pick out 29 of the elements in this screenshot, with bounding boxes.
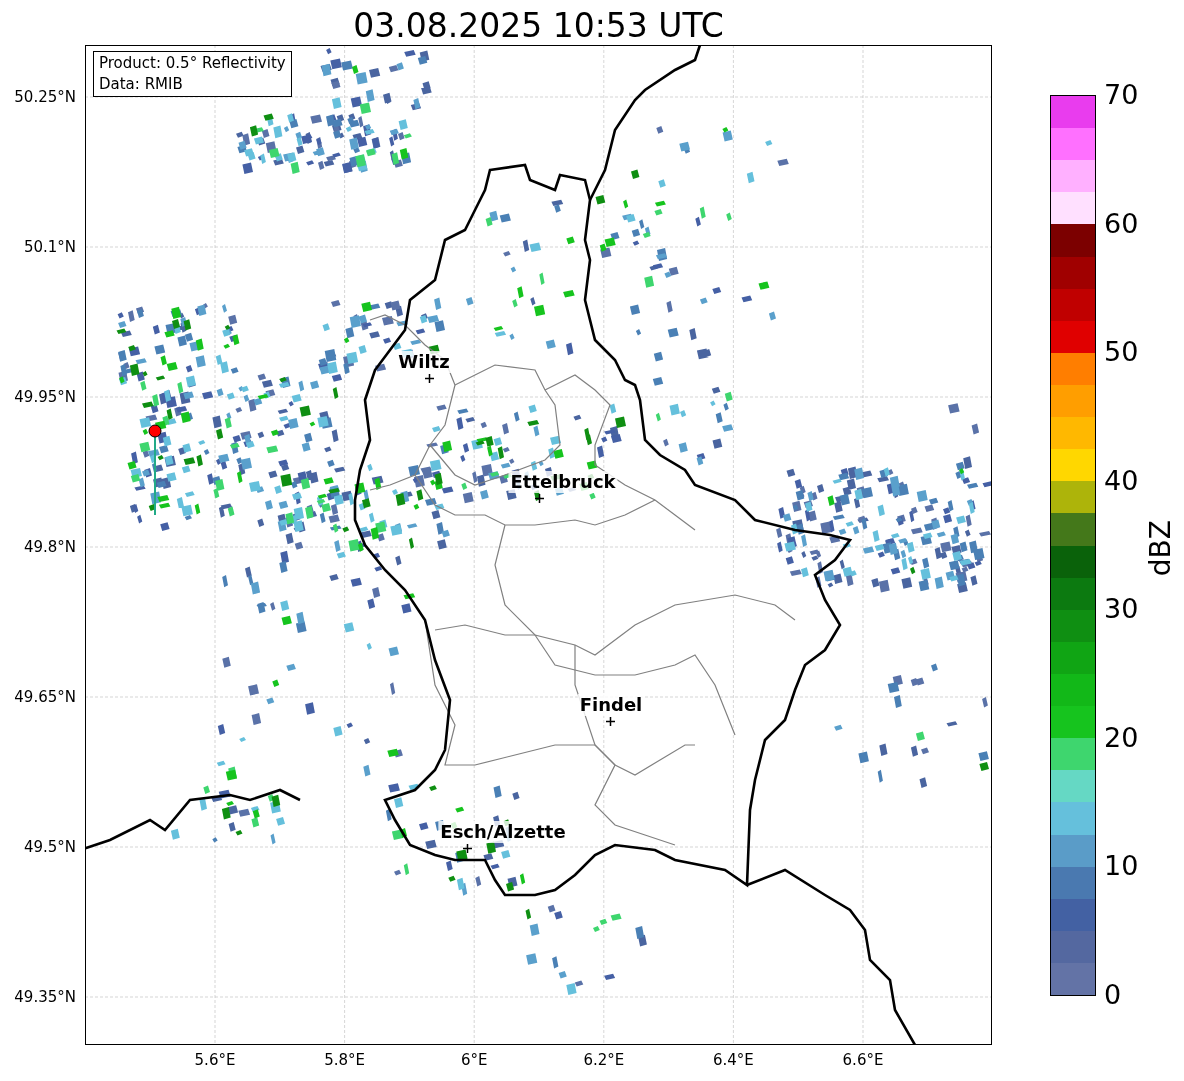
latitude-label: 49.5°N [23, 838, 76, 856]
latitude-label: 50.1°N [23, 238, 76, 256]
colorbar-tick-label: 60 [1104, 208, 1139, 239]
latitude-label: 49.35°N [14, 988, 76, 1006]
latitude-label: 49.65°N [14, 688, 76, 706]
longitude-label: 6.4°E [712, 1051, 754, 1069]
city-label: Ettelbruck [508, 471, 618, 493]
colorbar-tick-label: 10 [1104, 851, 1139, 882]
longitude-label: 5.6°E [194, 1051, 236, 1069]
city-label: Wiltz [396, 351, 452, 373]
info-text: Product: 0.5° Reflectivity [99, 53, 286, 74]
colorbar-tick-label: 20 [1104, 722, 1139, 753]
longitude-label: 6°E [460, 1051, 488, 1069]
latitude-label: 49.95°N [14, 388, 76, 406]
colorbar-tick-label: 40 [1104, 465, 1139, 496]
longitude-label: 5.8°E [324, 1051, 365, 1069]
longitude-label: 6.6°E [842, 1051, 884, 1069]
city-label: Esch/Alzette [438, 821, 568, 843]
chart-title: 03.08.2025 10:53 UTC [352, 5, 725, 47]
info-text: Data: RMIB [99, 74, 184, 95]
latitude-label: 49.8°N [23, 538, 76, 556]
city-label: Findel [577, 694, 645, 716]
colorbar-label: dBZ [1145, 520, 1177, 577]
colorbar-tick-label: 70 [1104, 80, 1139, 110]
latitude-label: 50.25°N [14, 88, 76, 106]
longitude-label: 6.2°E [583, 1051, 625, 1069]
colorbar-tick-label: 0 [1104, 980, 1122, 1010]
colorbar-tick-label: 30 [1104, 594, 1139, 625]
colorbar-tick-label: 50 [1104, 337, 1139, 368]
